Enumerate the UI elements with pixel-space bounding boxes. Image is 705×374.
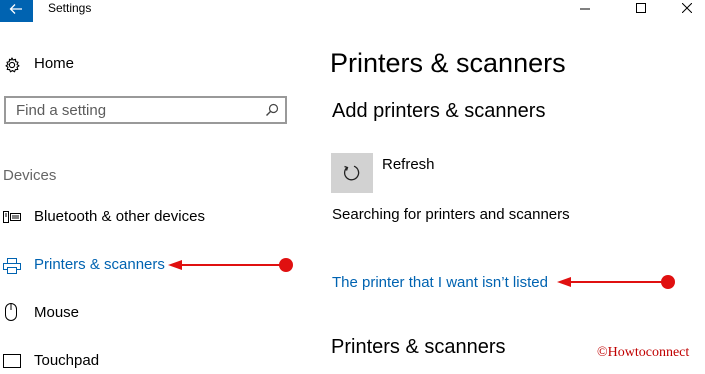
printers-scanners-section-heading: Printers & scanners — [331, 336, 506, 358]
page-title: Printers & scanners — [330, 48, 566, 78]
sidebar-item-label: Printers & scanners — [34, 256, 165, 273]
minimize-button[interactable] — [562, 0, 608, 18]
devices-section-heading: Devices — [3, 167, 57, 184]
title-bar: Settings — [0, 0, 705, 22]
sidebar-item-label: Mouse — [34, 304, 80, 321]
close-icon — [682, 3, 692, 13]
sidebar-item-touchpad[interactable]: Touchpad — [3, 350, 293, 374]
refresh-button[interactable] — [331, 153, 373, 193]
mouse-icon — [5, 303, 17, 321]
app-title: Settings — [48, 1, 92, 15]
touchpad-icon — [3, 354, 21, 368]
back-button[interactable] — [0, 0, 33, 22]
sidebar-item-mouse[interactable]: Mouse — [3, 302, 293, 326]
annotation-arrow-link — [557, 275, 675, 289]
sidebar-item-bluetooth[interactable]: Bluetooth & other devices — [3, 206, 293, 230]
printer-icon — [3, 258, 21, 274]
sidebar-item-label: Touchpad — [34, 352, 100, 369]
sidebar-item-printers[interactable]: Printers & scanners — [3, 254, 293, 278]
close-button[interactable] — [664, 0, 705, 18]
home-label: Home — [34, 55, 75, 72]
search-input[interactable] — [6, 98, 266, 122]
refresh-icon — [343, 165, 360, 181]
maximize-button[interactable] — [618, 0, 664, 18]
sidebar-item-label: Bluetooth & other devices — [34, 208, 205, 225]
search-status-text: Searching for printers and scanners — [332, 206, 570, 223]
minimize-icon — [580, 8, 590, 10]
back-arrow-icon — [9, 4, 22, 14]
add-printers-heading: Add printers & scanners — [332, 100, 546, 122]
printer-not-listed-link[interactable]: The printer that I want isn’t listed — [332, 274, 548, 291]
watermark-text: ©Howtoconnect — [597, 345, 690, 360]
search-field[interactable] — [4, 96, 287, 124]
maximize-icon — [636, 3, 646, 13]
refresh-label: Refresh — [382, 156, 435, 173]
gear-icon — [5, 57, 20, 73]
bluetooth-devices-icon — [3, 211, 21, 223]
search-icon — [266, 103, 279, 116]
